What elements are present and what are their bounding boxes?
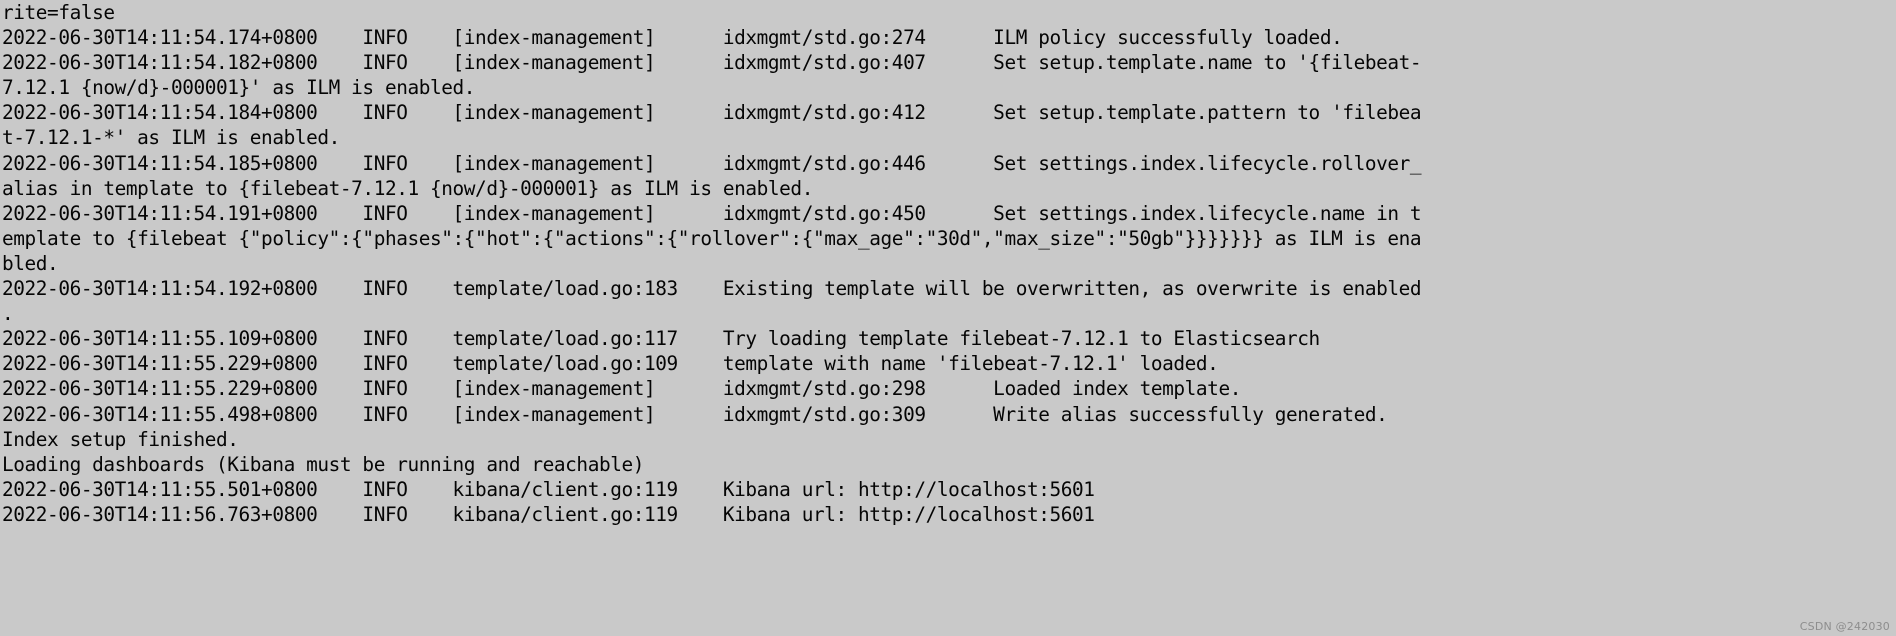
log-line: 2022-06-30T14:11:55.498+0800 INFO [index… <box>2 402 1388 426</box>
log-line: 2022-06-30T14:11:54.192+0800 INFO templa… <box>2 277 1422 301</box>
log-line: 2022-06-30T14:11:55.229+0800 INFO templa… <box>2 352 1219 376</box>
log-line: Loading dashboards (Kibana must be runni… <box>2 452 645 476</box>
log-line: Index setup finished. <box>2 427 239 451</box>
log-line: 2022-06-30T14:11:54.174+0800 INFO [index… <box>2 26 1343 50</box>
log-line: 7.12.1 {now/d}-000001}' as ILM is enable… <box>2 76 476 100</box>
log-line: alias in template to {filebeat-7.12.1 {n… <box>2 176 813 200</box>
log-line: . <box>2 302 14 326</box>
log-line: 2022-06-30T14:11:55.501+0800 INFO kibana… <box>2 477 1095 501</box>
log-line: emplate to {filebeat {"policy":{"phases"… <box>2 226 1422 250</box>
log-line: 2022-06-30T14:11:54.191+0800 INFO [index… <box>2 201 1422 225</box>
log-line: 2022-06-30T14:11:55.109+0800 INFO templa… <box>2 327 1320 351</box>
log-line: t-7.12.1-*' as ILM is enabled. <box>2 126 340 150</box>
log-line: 2022-06-30T14:11:54.182+0800 INFO [index… <box>2 51 1422 75</box>
log-line: 2022-06-30T14:11:56.763+0800 INFO kibana… <box>2 502 1095 526</box>
csdn-watermark: CSDN @242030 <box>1799 620 1890 633</box>
log-line: rite=false <box>2 1 115 24</box>
terminal-output-pane[interactable]: rite=false 2022-06-30T14:11:54.174+0800 I… <box>0 0 1896 636</box>
log-line: 2022-06-30T14:11:54.185+0800 INFO [index… <box>2 151 1422 175</box>
log-line: 2022-06-30T14:11:54.184+0800 INFO [index… <box>2 101 1422 125</box>
log-line: 2022-06-30T14:11:55.229+0800 INFO [index… <box>2 377 1241 401</box>
log-line-list: rite=false 2022-06-30T14:11:54.174+0800 I… <box>2 0 1896 527</box>
log-line: bled. <box>2 251 59 275</box>
